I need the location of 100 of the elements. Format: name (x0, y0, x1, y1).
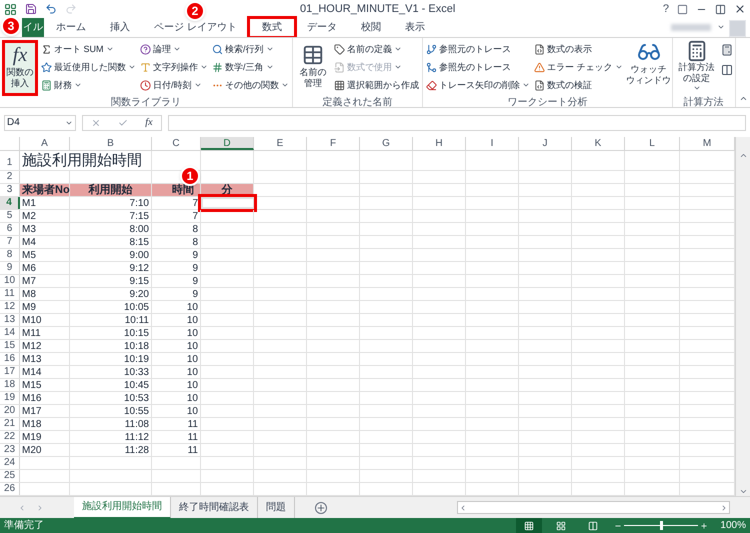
table-cell[interactable]: 8:00 (70, 223, 152, 235)
row-header[interactable]: 5 (0, 210, 20, 222)
table-cell[interactable]: M3 (20, 223, 70, 235)
row-header[interactable]: 13 (0, 314, 20, 326)
table-cell[interactable]: 9:12 (70, 262, 152, 274)
row-header[interactable]: 4 (0, 197, 20, 209)
table-cell[interactable]: 7:15 (70, 210, 152, 222)
table-cell[interactable]: M11 (20, 327, 70, 339)
ribbon-tab[interactable]: 校閲 (348, 18, 393, 37)
table-cell[interactable]: 11:12 (70, 431, 152, 443)
insert-function-button[interactable]: fx 関数の挿入 (2, 40, 38, 96)
table-cell[interactable]: M15 (20, 379, 70, 391)
row-header[interactable]: 23 (0, 444, 20, 456)
column-header[interactable]: B (70, 137, 152, 150)
ribbon-button[interactable]: 財務 (40, 76, 137, 94)
table-cell[interactable]: 9 (152, 262, 201, 274)
table-cell[interactable]: 8 (152, 223, 201, 235)
table-cell[interactable]: M4 (20, 236, 70, 248)
table-cell[interactable]: 11:08 (70, 418, 152, 430)
table-cell[interactable]: M13 (20, 353, 70, 365)
cancel-icon[interactable] (91, 118, 102, 128)
zoom-in-icon[interactable] (700, 522, 708, 530)
table-cell[interactable]: 11 (152, 418, 201, 430)
ribbon-tab[interactable]: 表示 (392, 18, 437, 37)
row-header[interactable]: 19 (0, 392, 20, 404)
table-cell[interactable]: 11:28 (70, 444, 152, 456)
row-header[interactable]: 1 (0, 151, 20, 170)
table-cell[interactable]: 10:15 (70, 327, 152, 339)
horizontal-scrollbar[interactable] (457, 501, 730, 514)
table-cell[interactable]: M18 (20, 418, 70, 430)
table-cell[interactable]: M7 (20, 275, 70, 287)
table-cell[interactable]: 10 (152, 314, 201, 326)
row-header[interactable]: 15 (0, 340, 20, 352)
ribbon-button[interactable]: トレース矢印の削除 (425, 76, 531, 94)
ribbon-tab[interactable]: データ (294, 18, 349, 37)
table-cell[interactable]: 7:10 (70, 197, 152, 209)
header-cell[interactable]: 利用開始 (70, 184, 152, 196)
column-header[interactable]: D (201, 137, 254, 150)
ribbon-button[interactable]: 最近使用した関数 (40, 58, 137, 76)
table-cell[interactable]: 10:18 (70, 340, 152, 352)
ribbon-button[interactable]: 選択範囲から作成 (333, 76, 420, 94)
caret-icon[interactable] (717, 23, 725, 31)
table-cell[interactable]: 7 (152, 210, 201, 222)
watch-window-button[interactable]: ウォッチ ウィンドウ (628, 40, 670, 96)
table-cell[interactable]: M2 (20, 210, 70, 222)
scroll-right-icon[interactable] (720, 504, 728, 512)
scroll-down-icon[interactable] (738, 487, 748, 496)
view-button[interactable] (516, 518, 542, 533)
table-cell[interactable]: 7 (152, 197, 201, 209)
column-header[interactable]: A (20, 137, 70, 150)
ribbon-button[interactable]: 論理 (139, 40, 209, 58)
table-cell[interactable]: 10:53 (70, 392, 152, 404)
column-header[interactable]: H (413, 137, 466, 150)
ribbon-button[interactable]: エラー チェック (533, 58, 624, 76)
row-header[interactable]: 11 (0, 288, 20, 300)
row-header[interactable]: 12 (0, 301, 20, 313)
help-button[interactable]: ? (662, 0, 669, 18)
column-header[interactable]: J (519, 137, 572, 150)
row-header[interactable]: 8 (0, 249, 20, 261)
column-header[interactable]: G (360, 137, 413, 150)
column-header[interactable]: L (625, 137, 680, 150)
row-header[interactable]: 22 (0, 431, 20, 443)
table-cell[interactable]: M19 (20, 431, 70, 443)
ribbon-button[interactable]: 数式の表示 (533, 40, 624, 58)
table-cell[interactable]: 10 (152, 366, 201, 378)
ribbon-tab[interactable]: ページ レイアウト (142, 18, 249, 37)
table-cell[interactable]: M1 (20, 197, 70, 209)
ribbon-tab[interactable]: ホーム (44, 18, 98, 37)
table-cell[interactable]: M5 (20, 249, 70, 261)
calculate-now-icon[interactable] (720, 44, 733, 56)
ribbon-button[interactable]: 数式の検証 (533, 76, 624, 94)
ribbon-button[interactable]: 名前の定義 (333, 40, 420, 58)
column-header[interactable]: K (572, 137, 625, 150)
row-header[interactable]: 20 (0, 405, 20, 417)
table-cell[interactable]: 9:00 (70, 249, 152, 261)
row-header[interactable]: 10 (0, 275, 20, 287)
ribbon-tab[interactable]: 挿入 (98, 18, 142, 37)
table-cell[interactable]: 8:15 (70, 236, 152, 248)
row-header[interactable]: 16 (0, 353, 20, 365)
table-cell[interactable]: 9:15 (70, 275, 152, 287)
table-cell[interactable]: 11 (152, 444, 201, 456)
name-box[interactable]: D4 (4, 114, 76, 130)
ribbon-tab[interactable]: イル (22, 18, 44, 37)
column-header[interactable]: F (307, 137, 360, 150)
ribbon-button[interactable]: 参照先のトレース (425, 58, 531, 76)
enter-icon[interactable] (118, 118, 128, 128)
row-header[interactable]: 2 (0, 171, 20, 183)
table-cell[interactable]: M20 (20, 444, 70, 456)
ribbon-display-icon[interactable] (677, 4, 688, 14)
formula-input[interactable] (168, 114, 746, 130)
ribbon-button[interactable]: 参照元のトレース (425, 40, 531, 58)
add-sheet-icon[interactable] (315, 502, 327, 514)
table-cell[interactable]: 10 (152, 405, 201, 417)
table-cell[interactable]: 10 (152, 340, 201, 352)
table-cell[interactable]: M8 (20, 288, 70, 300)
table-cell[interactable]: 10 (152, 392, 201, 404)
table-cell[interactable]: 10 (152, 353, 201, 365)
table-cell[interactable]: 8 (152, 236, 201, 248)
ribbon-button[interactable]: 数学/三角 (211, 58, 290, 76)
table-cell[interactable]: 9:20 (70, 288, 152, 300)
